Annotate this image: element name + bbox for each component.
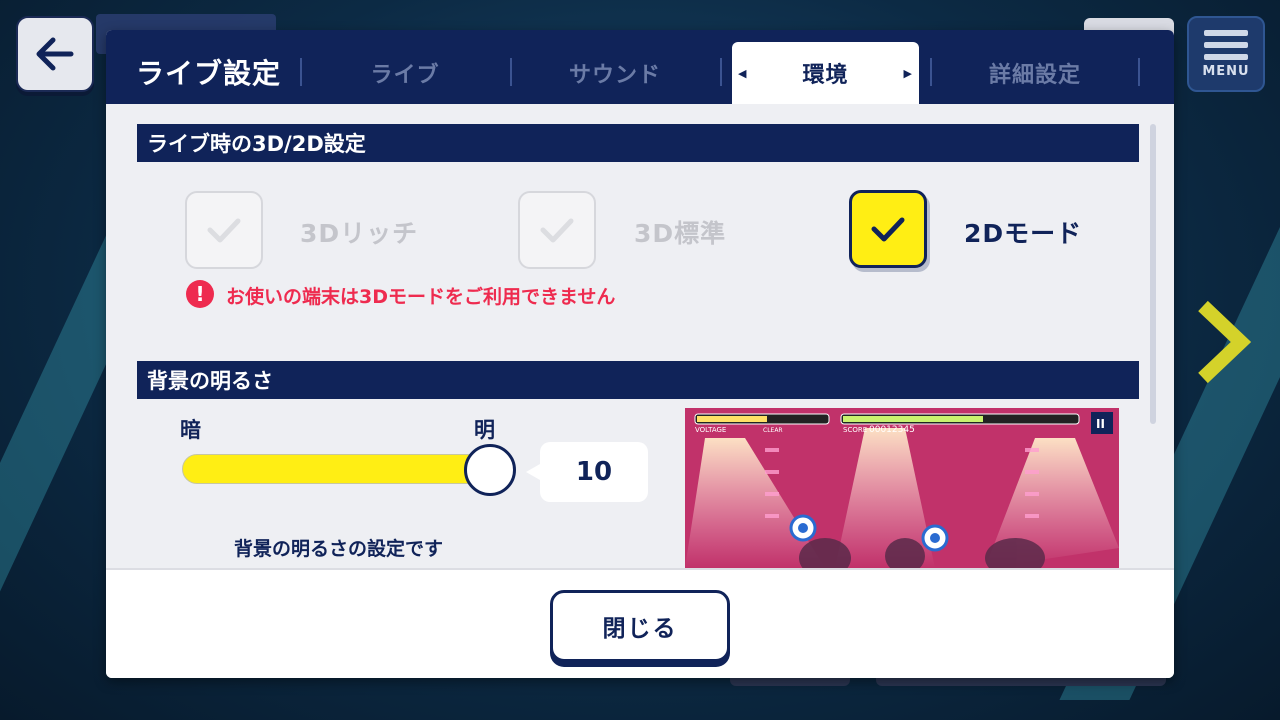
dialog-header: ライブ設定 ライブ サウンド ◀ 環境 ▶ 詳細設定 [106, 30, 1174, 104]
check-icon [540, 218, 574, 243]
voltage-label: VOLTAGE [695, 426, 726, 434]
tab-environment[interactable]: ◀ 環境 ▶ [732, 42, 919, 104]
menu-button[interactable]: MENU [1187, 16, 1265, 92]
back-button[interactable] [16, 16, 94, 92]
brightness-preview-image: VOLTAGE CLEAR SCORE 00012345 II [685, 408, 1119, 568]
check-icon [871, 217, 905, 242]
section-3d-2d-title: ライブ時の3D/2D設定 [137, 124, 1139, 162]
settings-body: ライブ時の3D/2D設定 3Dリッチ 3D標準 2Dモード ! お使いの端末は3… [106, 104, 1174, 568]
header-divider [720, 58, 722, 86]
tab-environment-label: 環境 [802, 63, 849, 88]
scrollbar[interactable] [1150, 124, 1156, 424]
live-settings-dialog: ライブ設定 ライブ サウンド ◀ 環境 ▶ 詳細設定 ライブ時の3D/2D設定 … [106, 30, 1174, 678]
brightness-description: 背景の明るさの設定です [234, 538, 444, 560]
chevron-right-icon[interactable] [1195, 300, 1251, 384]
pause-icon: II [1096, 417, 1105, 431]
slider-max-label: 明 [474, 418, 495, 442]
option-2d-mode-checkbox[interactable] [849, 190, 927, 268]
tab-sound[interactable]: サウンド [512, 42, 718, 104]
close-button[interactable]: 閉じる [550, 590, 730, 662]
tab-right-arrow-icon: ▶ [903, 66, 913, 80]
header-divider [1138, 58, 1140, 86]
clear-label: CLEAR [763, 427, 783, 434]
tab-left-arrow-icon: ◀ [738, 66, 748, 80]
warning-icon: ! [186, 280, 214, 308]
hamburger-icon [1204, 29, 1248, 60]
option-3d-rich-checkbox[interactable] [185, 191, 263, 269]
brightness-value: 10 [526, 442, 648, 502]
score-label: SCORE [843, 426, 867, 434]
brightness-slider-handle[interactable] [464, 444, 516, 496]
dialog-title: ライブ設定 [136, 57, 282, 90]
option-2d-mode-label: 2Dモード [964, 219, 1083, 248]
tab-live[interactable]: ライブ [302, 42, 508, 104]
slider-min-label: 暗 [180, 418, 201, 442]
dialog-footer: 閉じる [106, 568, 1174, 678]
option-3d-rich-label: 3Dリッチ [300, 219, 419, 248]
warning-text: お使いの端末は3Dモードをご利用できません [226, 286, 616, 308]
section-brightness-title: 背景の明るさ [137, 361, 1139, 399]
live-scene-preview: VOLTAGE CLEAR SCORE 00012345 II [685, 408, 1119, 568]
tab-advanced[interactable]: 詳細設定 [932, 42, 1138, 104]
menu-label: MENU [1202, 63, 1250, 79]
check-icon [207, 218, 241, 243]
arrow-left-icon [36, 37, 74, 71]
option-3d-standard-label: 3D標準 [634, 219, 727, 248]
score-value: 00012345 [869, 425, 915, 435]
option-3d-standard-checkbox[interactable] [518, 191, 596, 269]
